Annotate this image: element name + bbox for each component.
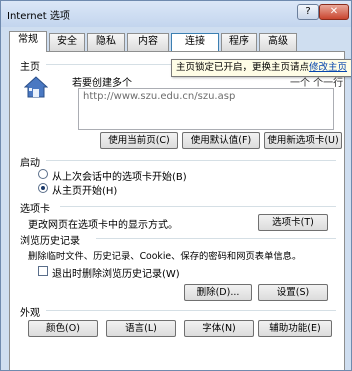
general-tab-panel: 主页 若要创建多个 一个 个一行 http://www.szu.edu.cn/s… [9, 51, 345, 370]
history-separator [96, 238, 336, 239]
startup-section-label: 启动 [20, 158, 40, 169]
internet-options-window: Internet 选项 ? ✕ 常规 安全 隐私 内容 连接 程序 高级 主页锁… [0, 0, 352, 371]
accessibility-button[interactable]: 辅助功能(E) [258, 320, 332, 337]
tab-advanced[interactable]: 高级 [259, 33, 297, 51]
homepage-lock-tooltip: 主页锁定已开启，更换主页请点修改主页 [171, 59, 351, 77]
use-default-button[interactable]: 使用默认值(F) [182, 132, 260, 149]
tab-privacy[interactable]: 隐私 [87, 33, 125, 51]
tabs-separator [60, 206, 336, 207]
colors-button[interactable]: 颜色(O) [28, 320, 98, 337]
tab-general[interactable]: 常规 [9, 31, 47, 52]
use-current-button[interactable]: 使用当前页(C) [100, 132, 178, 149]
tab-connections[interactable]: 连接 [171, 33, 219, 51]
languages-button[interactable]: 语言(L) [106, 320, 176, 337]
window-title: Internet 选项 [7, 11, 70, 22]
close-button[interactable]: ✕ [319, 4, 349, 20]
title-bar[interactable]: Internet 选项 ? ✕ [1, 1, 351, 27]
startup-separator [46, 160, 336, 161]
fonts-button[interactable]: 字体(N) [184, 320, 254, 337]
tab-strip: 常规 安全 隐私 内容 连接 程序 高级 [9, 31, 349, 52]
tabs-settings-button[interactable]: 选项卡(T) [258, 214, 328, 231]
home-section-label: 主页 [20, 62, 40, 73]
tab-programs[interactable]: 程序 [221, 33, 257, 51]
appearance-separator [46, 310, 336, 311]
home-description-prefix: 若要创建多个 [72, 78, 132, 89]
tabs-description: 更改网页在选项卡中的显示方式。 [28, 220, 178, 231]
tabs-section-label: 选项卡 [20, 204, 50, 215]
tooltip-text: 主页锁定已开启，更换主页请点 [176, 62, 310, 73]
home-icon [24, 76, 48, 98]
history-settings-button[interactable]: 设置(S) [258, 284, 328, 301]
appearance-section-label: 外观 [20, 308, 40, 319]
history-section-label: 浏览历史记录 [20, 236, 80, 247]
start-last-session-radio[interactable] [38, 169, 48, 179]
start-home-radio[interactable] [38, 183, 48, 193]
tab-content[interactable]: 内容 [127, 33, 169, 51]
help-button[interactable]: ? [297, 4, 319, 20]
delete-on-exit-label: 退出时删除浏览历史记录(W) [52, 269, 180, 280]
tab-security[interactable]: 安全 [49, 33, 85, 51]
start-last-session-label: 从上次会话中的选项卡开始(B) [52, 172, 187, 183]
homepage-url-field[interactable]: http://www.szu.edu.cn/szu.asp [78, 88, 334, 130]
delete-on-exit-checkbox[interactable] [38, 266, 48, 276]
start-home-label: 从主页开始(H) [52, 186, 118, 197]
delete-history-button[interactable]: 删除(D)... [184, 284, 252, 301]
history-description: 删除临时文件、历史记录、Cookie、保存的密码和网页表单信息。 [28, 251, 302, 262]
change-homepage-link[interactable]: 修改主页 [309, 62, 347, 73]
use-new-tab-button[interactable]: 使用新选项卡(U) [264, 132, 342, 149]
